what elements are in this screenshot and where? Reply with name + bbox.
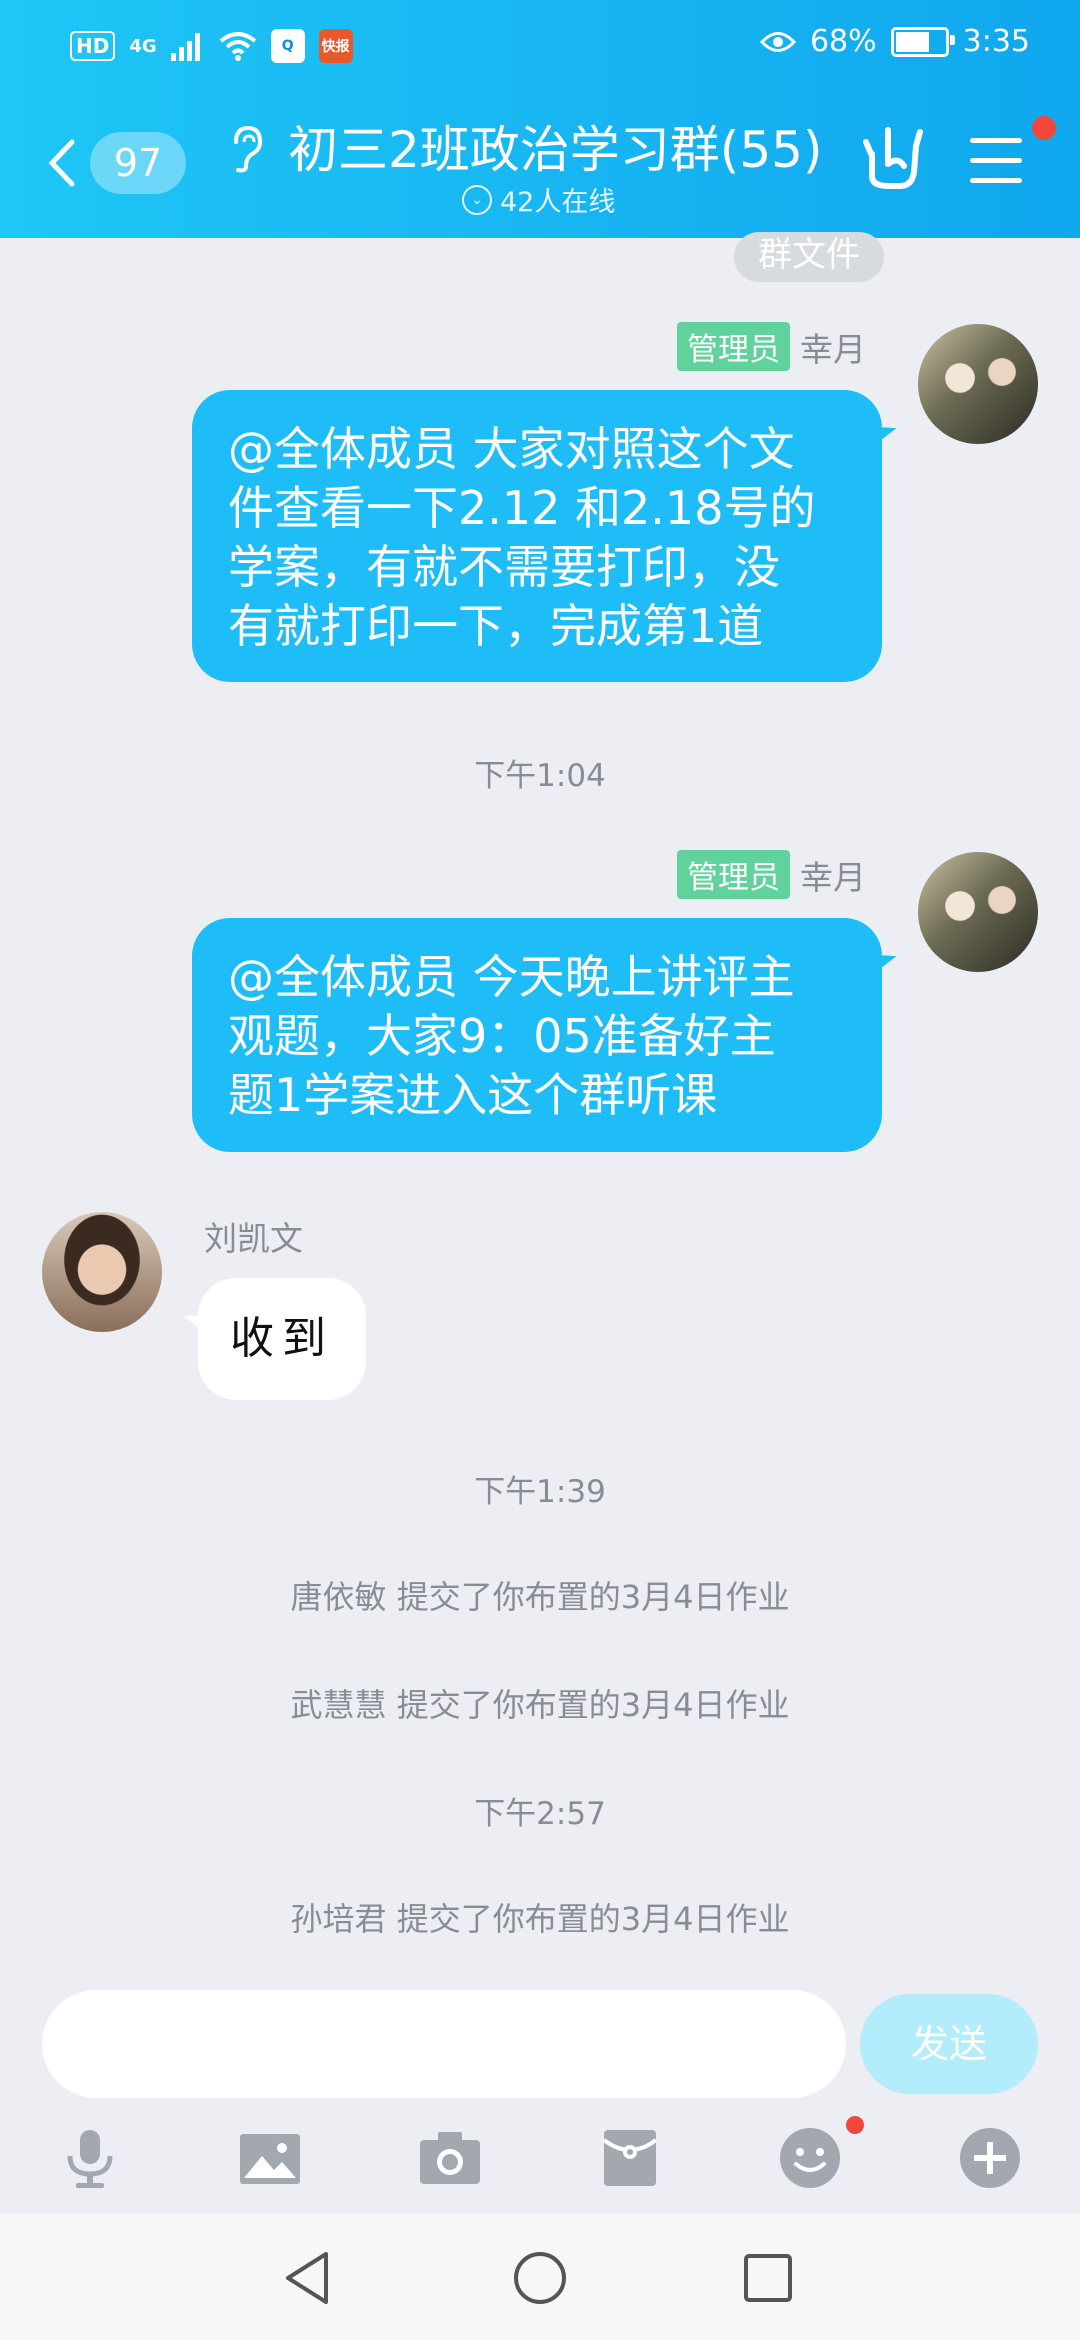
red-packet-icon[interactable] <box>598 2126 662 2190</box>
wifi-icon <box>219 32 256 61</box>
camera-icon[interactable] <box>418 2126 482 2190</box>
message-line: @全体成员 大家对照这个文 <box>228 422 795 476</box>
message-input[interactable] <box>42 1990 846 2098</box>
sender-name[interactable]: 幸月 <box>800 851 866 899</box>
status-bar-left: HD 4G Q 快报 <box>70 26 353 66</box>
menu-notification-dot <box>1032 116 1056 140</box>
avatar[interactable] <box>42 1212 162 1332</box>
message-bubble[interactable]: @全体成员 今天晚上讲评主 观题，大家9：05准备好主 题1学案进入这个群听课 <box>192 918 882 1152</box>
message-bubble[interactable]: 收到 <box>198 1278 366 1400</box>
hd-indicator: HD <box>70 31 116 61</box>
system-message: 孙培君 提交了你布置的3月4日作业 <box>290 1900 790 1938</box>
chevron-down-icon: ⌄ <box>462 184 492 215</box>
avatar[interactable] <box>918 852 1038 972</box>
message-line: 题1学案进入这个群听课 <box>228 1068 718 1122</box>
back-chevron-icon[interactable] <box>46 138 76 188</box>
status-bar-right: 68% 3:35 <box>759 24 1030 59</box>
battery-percent: 68% <box>809 24 877 59</box>
emoji-icon[interactable] <box>778 2126 842 2190</box>
timestamp: 下午1:39 <box>474 1474 606 1510</box>
hand-gesture-icon[interactable] <box>858 124 924 190</box>
sender-line: 管理员 幸月 <box>677 850 866 899</box>
message-line: @全体成员 今天晚上讲评主 <box>228 950 795 1004</box>
home-circle-icon[interactable] <box>508 2246 572 2310</box>
timestamp: 下午1:04 <box>474 758 606 794</box>
ear-icon[interactable] <box>228 124 264 174</box>
emoji-notification-dot <box>846 2116 864 2134</box>
signal-icon <box>170 33 200 61</box>
avatar[interactable] <box>918 324 1038 444</box>
send-button[interactable]: 发送 <box>860 1994 1038 2094</box>
message-line: 学案，有就不需要打印，没 <box>228 540 780 594</box>
chat-header: HD 4G Q 快报 68% 3:35 97 初三2班政治学习群(55) ⌄ 4… <box>0 0 1080 238</box>
plus-icon[interactable] <box>958 2126 1022 2190</box>
clock: 3:35 <box>962 24 1030 59</box>
system-message: 唐依敏 提交了你布置的3月4日作业 <box>290 1578 790 1616</box>
message-line: 有就打印一下，完成第1道 <box>228 599 764 653</box>
app-kuaibao-icon: 快报 <box>318 29 353 63</box>
unread-count-badge[interactable]: 97 <box>90 132 186 194</box>
online-status[interactable]: ⌄ 42人在线 <box>462 180 615 219</box>
microphone-icon[interactable] <box>58 2126 122 2190</box>
sender-line: 刘凯文 <box>204 1212 303 1260</box>
qq-browser-icon: Q <box>270 29 305 63</box>
back-triangle-icon[interactable] <box>276 2246 340 2310</box>
menu-icon[interactable] <box>970 138 1022 184</box>
image-icon[interactable] <box>238 2126 302 2190</box>
status-bar: HD 4G Q 快报 68% 3:35 <box>0 0 1080 90</box>
admin-tag: 管理员 <box>677 850 790 899</box>
sender-name[interactable]: 刘凯文 <box>204 1212 303 1260</box>
system-navigation-bar <box>0 2214 1080 2340</box>
admin-tag: 管理员 <box>677 322 790 371</box>
message-line: 件查看一下2.12 和2.18号的 <box>228 481 816 535</box>
recents-square-icon[interactable] <box>736 2246 800 2310</box>
network-type: 4G <box>129 35 157 57</box>
timestamp: 下午2:57 <box>474 1796 606 1832</box>
system-message: 武慧慧 提交了你布置的3月4日作业 <box>290 1686 790 1724</box>
group-title[interactable]: 初三2班政治学习群(55) <box>288 110 822 182</box>
message-line: 观题，大家9：05准备好主 <box>228 1009 776 1063</box>
sender-name[interactable]: 幸月 <box>800 323 866 371</box>
battery-icon <box>890 26 955 57</box>
message-bubble[interactable]: @全体成员 大家对照这个文 件查看一下2.12 和2.18号的 学案，有就不需要… <box>192 390 882 682</box>
eye-comfort-icon <box>759 31 796 52</box>
sender-line: 管理员 幸月 <box>677 322 866 371</box>
group-file-tag[interactable]: 群文件 <box>734 232 884 282</box>
online-count: 42人在线 <box>500 187 616 218</box>
battery-fill <box>895 31 929 52</box>
